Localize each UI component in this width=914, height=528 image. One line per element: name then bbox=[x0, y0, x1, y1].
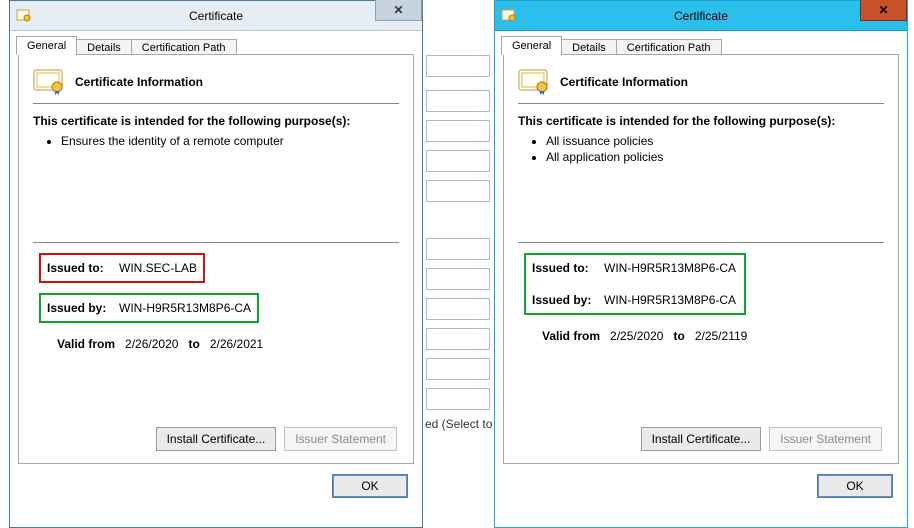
background-field bbox=[426, 298, 490, 320]
issuer-statement-button: Issuer Statement bbox=[769, 427, 882, 451]
close-button[interactable]: ✕ bbox=[860, 0, 907, 21]
issued-to-label: Issued to: bbox=[47, 261, 119, 275]
divider bbox=[518, 103, 884, 104]
certificate-large-icon bbox=[33, 69, 65, 95]
install-certificate-button[interactable]: Install Certificate... bbox=[641, 427, 762, 451]
valid-to-value: 2/25/2119 bbox=[695, 329, 748, 343]
tab-general[interactable]: General bbox=[16, 36, 77, 55]
background-text-fragment: ed (Select to c bbox=[425, 417, 502, 431]
background-field bbox=[426, 358, 490, 380]
issued-by-value: WIN-H9R5R13M8P6-CA bbox=[119, 301, 251, 315]
issued-to-highlight: Issued to: WIN.SEC-LAB bbox=[39, 253, 205, 283]
divider bbox=[33, 242, 399, 243]
tab-row: General Details Certification Path bbox=[16, 35, 422, 54]
background-field bbox=[426, 328, 490, 350]
purpose-heading: This certificate is intended for the fol… bbox=[33, 114, 399, 128]
certificate-information-heading: Certificate Information bbox=[560, 75, 688, 89]
certificate-dialog-left: Certificate ✕ General Details Certificat… bbox=[9, 0, 423, 528]
tab-row: General Details Certification Path bbox=[501, 35, 907, 54]
valid-to-label: to bbox=[188, 337, 199, 351]
valid-from-label: Valid from bbox=[57, 337, 115, 351]
window-title: Certificate bbox=[495, 9, 907, 23]
titlebar[interactable]: Certificate ✕ bbox=[495, 1, 907, 31]
valid-from-value: 2/26/2020 bbox=[125, 337, 178, 351]
close-button[interactable]: ✕ bbox=[375, 0, 422, 21]
issued-by-highlight: Issued by: WIN-H9R5R13M8P6-CA bbox=[39, 293, 259, 323]
valid-range: Valid from 2/25/2020 to 2/25/2119 bbox=[542, 329, 884, 343]
tab-general[interactable]: General bbox=[501, 36, 562, 55]
tab-content-general: Certificate Information This certificate… bbox=[503, 54, 899, 464]
purpose-list: All issuance policies All application po… bbox=[546, 134, 884, 164]
divider bbox=[518, 242, 884, 243]
background-field bbox=[426, 268, 490, 290]
purpose-item: All issuance policies bbox=[546, 134, 884, 148]
issued-to-value: WIN-H9R5R13M8P6-CA bbox=[604, 261, 736, 275]
issuer-statement-button: Issuer Statement bbox=[284, 427, 397, 451]
certificate-large-icon bbox=[518, 69, 550, 95]
background-field bbox=[426, 90, 490, 112]
window-title: Certificate bbox=[10, 9, 422, 23]
issued-to-value: WIN.SEC-LAB bbox=[119, 261, 197, 275]
issued-block-highlight: Issued to: WIN-H9R5R13M8P6-CA Issued by:… bbox=[524, 253, 746, 315]
valid-from-label: Valid from bbox=[542, 329, 600, 343]
titlebar[interactable]: Certificate ✕ bbox=[10, 1, 422, 31]
background-field bbox=[426, 388, 490, 410]
issued-to-label: Issued to: bbox=[532, 261, 604, 275]
issued-by-label: Issued by: bbox=[47, 301, 119, 315]
valid-to-value: 2/26/2021 bbox=[210, 337, 263, 351]
purpose-item: All application policies bbox=[546, 150, 884, 164]
background-field bbox=[426, 120, 490, 142]
purpose-item: Ensures the identity of a remote compute… bbox=[61, 134, 399, 148]
purpose-list: Ensures the identity of a remote compute… bbox=[61, 134, 399, 148]
close-icon: ✕ bbox=[393, 3, 403, 17]
background-field bbox=[426, 180, 490, 202]
close-icon: ✕ bbox=[878, 3, 888, 17]
ok-button[interactable]: OK bbox=[817, 474, 893, 498]
background-field bbox=[426, 55, 490, 77]
valid-to-label: to bbox=[673, 329, 684, 343]
certificate-dialog-right: Certificate ✕ General Details Certificat… bbox=[494, 0, 908, 528]
divider bbox=[33, 103, 399, 104]
background-field bbox=[426, 150, 490, 172]
issued-by-label: Issued by: bbox=[532, 293, 604, 307]
issued-by-value: WIN-H9R5R13M8P6-CA bbox=[604, 293, 736, 307]
certificate-information-heading: Certificate Information bbox=[75, 75, 203, 89]
ok-button[interactable]: OK bbox=[332, 474, 408, 498]
purpose-heading: This certificate is intended for the fol… bbox=[518, 114, 884, 128]
valid-from-value: 2/25/2020 bbox=[610, 329, 663, 343]
valid-range: Valid from 2/26/2020 to 2/26/2021 bbox=[57, 337, 399, 351]
install-certificate-button[interactable]: Install Certificate... bbox=[156, 427, 277, 451]
background-field bbox=[426, 238, 490, 260]
tab-content-general: Certificate Information This certificate… bbox=[18, 54, 414, 464]
